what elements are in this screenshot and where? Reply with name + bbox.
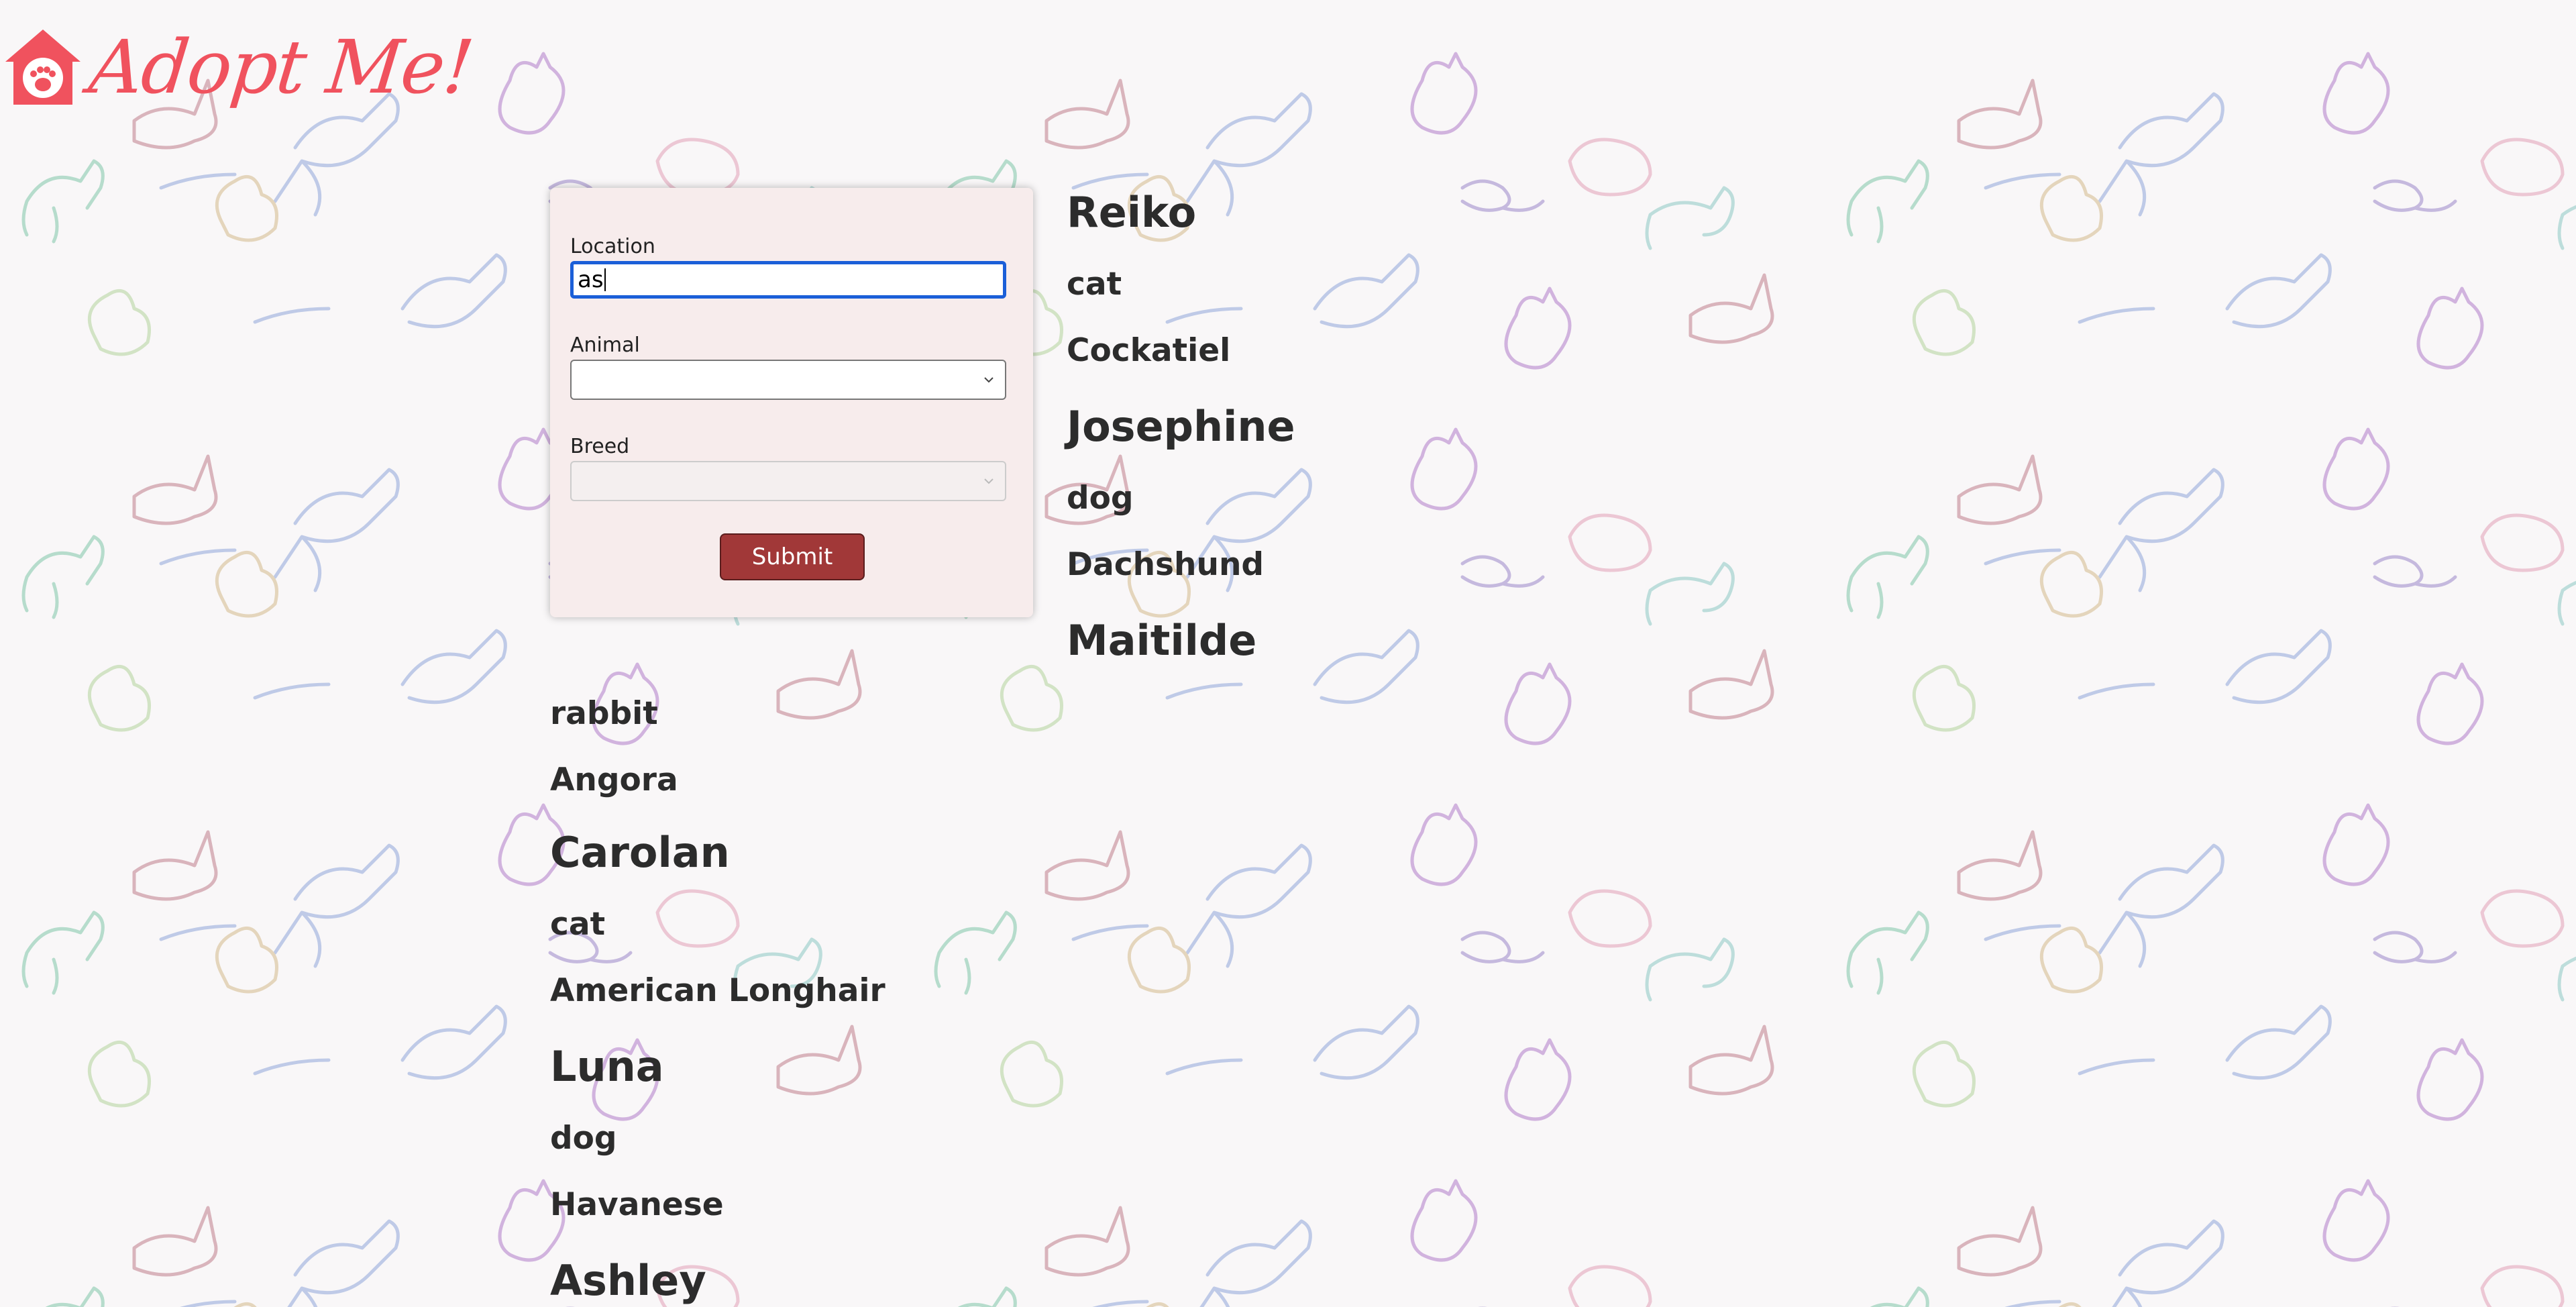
pet-name: Josephine <box>1067 402 1295 451</box>
pet-card[interactable]: Luna dog Havanese <box>550 1042 724 1223</box>
pet-animal: dog <box>550 1120 617 1157</box>
submit-button[interactable]: Submit <box>720 533 865 580</box>
pet-breed: American Longhair <box>550 972 885 1009</box>
chevron-down-icon <box>984 377 994 383</box>
pet-breed: Dachshund <box>1067 546 1265 583</box>
pet-breed: Havanese <box>550 1186 724 1223</box>
search-form: Location as Animal Breed Submit <box>550 188 1033 617</box>
submit-wrapper: Submit <box>570 533 1006 580</box>
pet-animal: dog <box>1067 480 1134 517</box>
pet-breed: Cockatiel <box>1067 332 1231 369</box>
location-input-value: as <box>578 266 604 293</box>
pet-name: Luna <box>550 1042 664 1091</box>
chevron-down-icon <box>984 478 994 484</box>
site-logo[interactable]: Adopt Me! <box>0 24 476 110</box>
location-field: Location as <box>570 235 1006 299</box>
pet-breed: Angora <box>550 762 678 798</box>
pet-animal: cat <box>550 906 606 943</box>
pet-card[interactable]: rabbit Angora <box>550 698 678 796</box>
pet-name: Reiko <box>1067 188 1197 237</box>
pet-card[interactable]: Josephine dog Dachshund <box>1067 402 1295 583</box>
location-label: Location <box>570 235 655 258</box>
pet-card[interactable]: Reiko cat Cockatiel <box>1067 188 1231 369</box>
animal-pattern-background <box>0 0 2576 1307</box>
pet-animal: cat <box>1067 266 1122 303</box>
breed-select[interactable] <box>570 461 1006 501</box>
location-input[interactable]: as <box>570 261 1006 299</box>
pet-name: Ashley <box>550 1256 706 1305</box>
house-paw-icon <box>5 30 80 105</box>
pet-name: Carolan <box>550 828 730 877</box>
animal-field: Animal <box>570 333 1006 400</box>
animal-select[interactable] <box>570 360 1006 400</box>
animal-label: Animal <box>570 333 640 357</box>
breed-field: Breed <box>570 435 1006 501</box>
text-caret <box>604 268 606 291</box>
logo-text: Adopt Me! <box>85 24 477 110</box>
pet-animal: rabbit <box>550 695 658 732</box>
pet-name: Maitilde <box>1067 616 1257 665</box>
pet-card[interactable]: Maitilde <box>1067 620 1256 662</box>
breed-label: Breed <box>570 435 630 458</box>
pet-card[interactable]: Carolan cat American Longhair <box>550 828 885 1009</box>
pet-card[interactable]: Ashley <box>550 1260 706 1302</box>
